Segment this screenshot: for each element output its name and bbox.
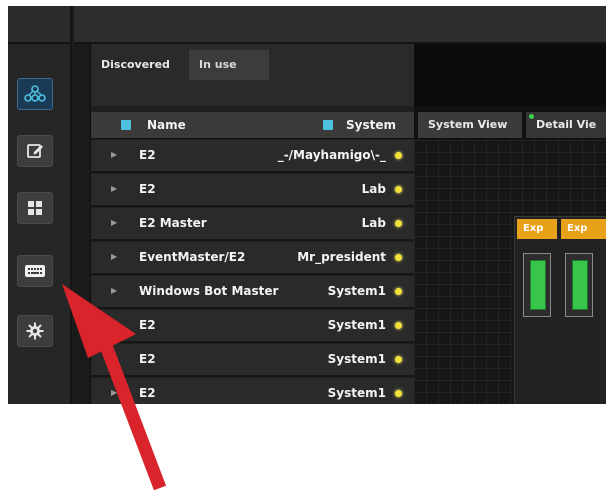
status-dot-icon	[395, 186, 402, 193]
icon-rail	[8, 44, 72, 404]
list-item[interactable]: ▶ E2 System1	[91, 378, 414, 404]
device-name: E2	[139, 386, 156, 400]
device-name: Windows Bot Master	[139, 284, 279, 298]
device-system: System1	[327, 318, 386, 332]
device-system: System1	[327, 386, 386, 400]
exp-label: Exp	[561, 219, 606, 239]
layout-grid-button[interactable]	[17, 192, 53, 224]
tab-discovered[interactable]: Discovered	[91, 50, 189, 80]
device-name: EventMaster/E2	[139, 250, 246, 264]
expand-chevron-icon[interactable]: ▶	[111, 388, 117, 397]
expand-chevron-icon[interactable]: ▶	[111, 320, 117, 329]
column-name-label[interactable]: Name	[147, 118, 186, 132]
expand-chevron-icon[interactable]: ▶	[111, 286, 117, 295]
main-view: System View Detail Vie Exp Exp	[414, 44, 606, 404]
tab-detail-view-label: Detail Vie	[536, 118, 597, 131]
device-slot[interactable]	[565, 253, 593, 317]
status-dot-icon	[395, 356, 402, 363]
keyboard-icon	[24, 263, 46, 279]
list-item[interactable]: ▶ E2 System1	[91, 344, 414, 377]
edit-icon	[26, 142, 44, 160]
expand-chevron-icon[interactable]: ▶	[111, 150, 117, 159]
list-item[interactable]: ▶ E2 _-/Mayhamigo\-_	[91, 140, 414, 173]
system-sort-icon[interactable]	[323, 120, 333, 130]
device-name: E2	[139, 182, 156, 196]
list-item[interactable]: ▶ Windows Bot Master System1	[91, 276, 414, 309]
status-dot-icon	[395, 390, 402, 397]
tab-detail-view[interactable]: Detail Vie	[526, 112, 606, 138]
device-system: _-/Mayhamigo\-_	[277, 148, 386, 162]
exp-label: Exp	[517, 219, 557, 239]
device-name: E2	[139, 352, 156, 366]
gear-icon	[26, 322, 44, 340]
grid-icon	[26, 199, 44, 217]
status-dot-icon	[395, 220, 402, 227]
slot-indicator	[530, 260, 546, 310]
expand-chevron-icon[interactable]: ▶	[111, 184, 117, 193]
device-system: System1	[327, 352, 386, 366]
device-name: E2 Master	[139, 216, 207, 230]
column-system-label[interactable]: System	[346, 118, 396, 132]
list-tabs: Discovered In use	[91, 44, 414, 106]
main-header	[414, 44, 606, 106]
active-led-icon	[529, 114, 534, 119]
device-slot[interactable]	[523, 253, 551, 317]
device-system: Mr_president	[297, 250, 386, 264]
expand-chevron-icon[interactable]: ▶	[111, 218, 117, 227]
edit-button[interactable]	[17, 135, 53, 167]
app-window: Discovered In use Name System ▶ E2 _-/Ma…	[8, 6, 606, 404]
tab-in-use[interactable]: In use	[189, 50, 269, 80]
settings-button[interactable]	[17, 315, 53, 347]
device-name: E2	[139, 318, 156, 332]
device-list-panel: Discovered In use Name System ▶ E2 _-/Ma…	[91, 44, 414, 404]
device-system: Lab	[361, 216, 386, 230]
device-system: Lab	[361, 182, 386, 196]
top-bar-left	[8, 6, 72, 44]
slot-indicator	[572, 260, 588, 310]
keyboard-button[interactable]	[17, 255, 53, 287]
list-item[interactable]: ▶ E2 Master Lab	[91, 208, 414, 241]
status-dot-icon	[395, 254, 402, 261]
device-block[interactable]: Exp Exp	[514, 216, 606, 404]
expand-chevron-icon[interactable]: ▶	[111, 252, 117, 261]
status-dot-icon	[395, 288, 402, 295]
network-tree-icon	[23, 85, 47, 103]
list-column-header: Name System	[91, 112, 414, 139]
device-name: E2	[139, 148, 156, 162]
list-item[interactable]: ▶ E2 Lab	[91, 174, 414, 207]
panel-gutter	[74, 44, 91, 404]
status-dot-icon	[395, 152, 402, 159]
expand-chevron-icon[interactable]: ▶	[111, 354, 117, 363]
status-dot-icon	[395, 322, 402, 329]
network-button[interactable]	[17, 78, 53, 110]
name-sort-icon[interactable]	[121, 120, 131, 130]
top-bar	[74, 6, 606, 44]
tab-system-view[interactable]: System View	[418, 112, 522, 138]
list-item[interactable]: ▶ EventMaster/E2 Mr_president	[91, 242, 414, 275]
list-item[interactable]: ▶ E2 System1	[91, 310, 414, 343]
device-system: System1	[327, 284, 386, 298]
